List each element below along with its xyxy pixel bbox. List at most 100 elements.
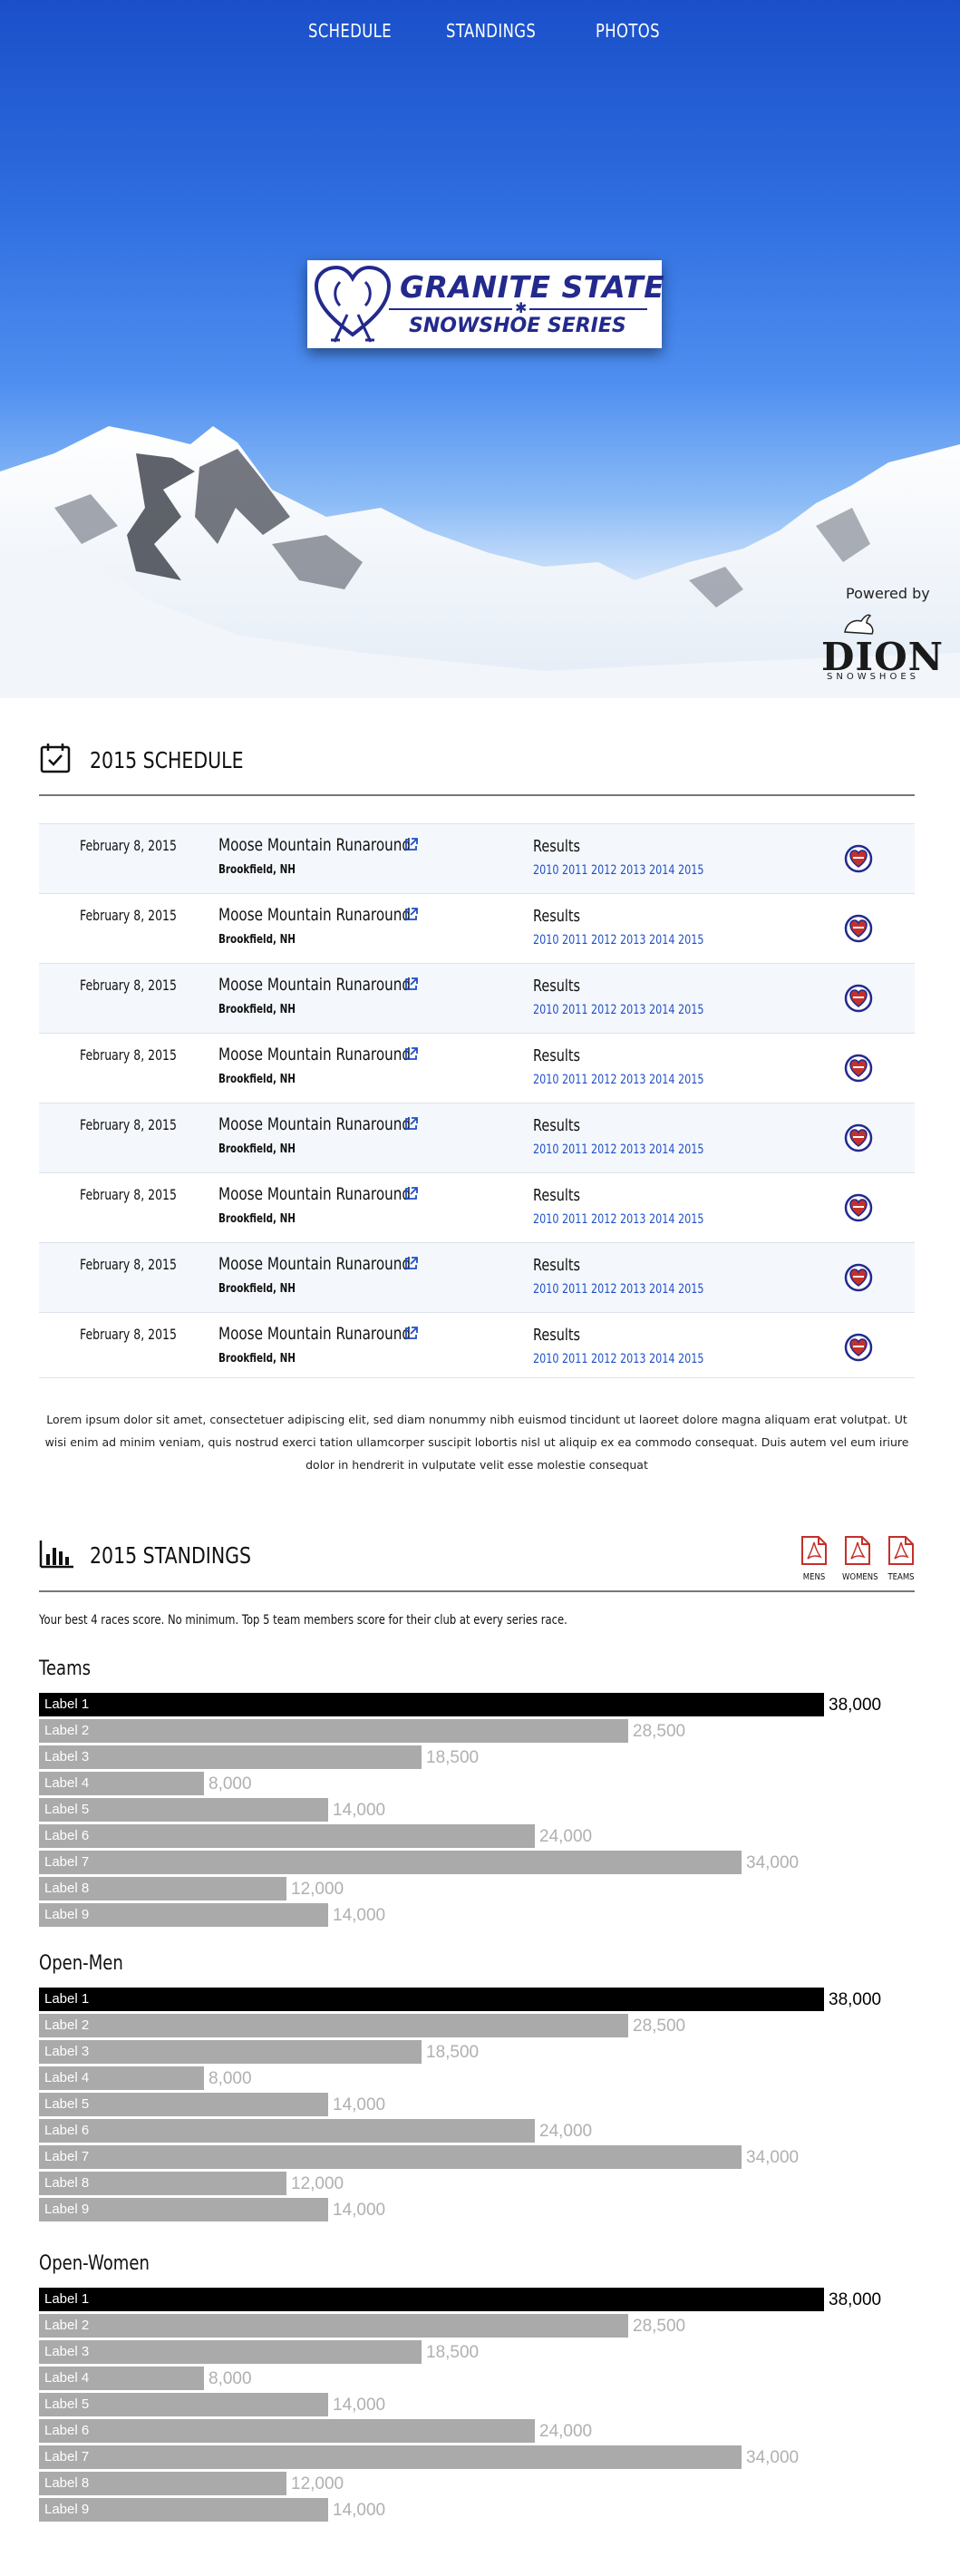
results-year-link[interactable]: 2011 <box>562 1352 588 1366</box>
series-badge-icon[interactable] <box>843 1332 874 1363</box>
event-name-link[interactable]: Moose Mountain Runaround <box>218 1254 411 1274</box>
event-name-link[interactable]: Moose Mountain Runaround <box>218 835 411 855</box>
external-link-icon[interactable] <box>404 977 419 991</box>
results-year-link[interactable]: 2011 <box>562 1073 588 1087</box>
schedule-table: February 8, 2015 Moose Mountain Runaround… <box>39 823 915 1382</box>
open-men-bar-chart: Label 1 38,000 Label 2 28,500 Label 3 18,500 L… <box>39 1988 945 2224</box>
bar: Label 2 <box>39 2014 628 2037</box>
results-year-link[interactable]: 2011 <box>562 863 588 878</box>
results-year-link[interactable]: 2015 <box>678 1212 704 1227</box>
event-name-link[interactable]: Moose Mountain Runaround <box>218 1184 411 1204</box>
series-badge-icon[interactable] <box>843 983 874 1014</box>
results-year-link[interactable]: 2012 <box>591 1352 617 1366</box>
results-year-link[interactable]: 2014 <box>649 1003 675 1017</box>
event-location: Brookfield, NH <box>218 1142 296 1156</box>
results-year-link[interactable]: 2012 <box>591 933 617 948</box>
results-year-link[interactable]: 2015 <box>678 1073 704 1087</box>
external-link-icon[interactable] <box>404 1256 419 1270</box>
results-years: 2010 2011 2012 2013 2014 2015 <box>533 863 707 878</box>
event-name-link[interactable]: Moose Mountain Runaround <box>218 1114 411 1134</box>
external-link-icon[interactable] <box>404 1046 419 1061</box>
results-year-link[interactable]: 2012 <box>591 1073 617 1087</box>
results-year-link[interactable]: 2012 <box>591 1003 617 1017</box>
series-badge-icon[interactable] <box>843 913 874 944</box>
results-years: 2010 2011 2012 2013 2014 2015 <box>533 1212 707 1227</box>
external-link-icon[interactable] <box>404 1116 419 1131</box>
bar-row: Label 8 12,000 <box>39 1877 945 1903</box>
results-year-link[interactable]: 2015 <box>678 863 704 878</box>
bar-row: Label 5 14,000 <box>39 2093 945 2119</box>
results-year-link[interactable]: 2011 <box>562 933 588 948</box>
bar: Label 8 <box>39 2172 286 2195</box>
results-year-link[interactable]: 2013 <box>620 1003 646 1017</box>
results-year-link[interactable]: 2014 <box>649 1352 675 1366</box>
results-year-link[interactable]: 2010 <box>533 1352 559 1366</box>
results-year-link[interactable]: 2013 <box>620 1352 646 1366</box>
event-name-link[interactable]: Moose Mountain Runaround <box>218 1045 411 1064</box>
results-year-link[interactable]: 2013 <box>620 863 646 878</box>
results-year-link[interactable]: 2012 <box>591 1142 617 1157</box>
event-name-link[interactable]: Moose Mountain Runaround <box>218 1324 411 1344</box>
results-label: Results <box>533 1046 580 1065</box>
results-year-link[interactable]: 2012 <box>591 1282 617 1297</box>
results-year-link[interactable]: 2015 <box>678 1003 704 1017</box>
results-year-link[interactable]: 2013 <box>620 1282 646 1297</box>
series-badge-icon[interactable] <box>843 1262 874 1293</box>
results-year-link[interactable]: 2010 <box>533 1282 559 1297</box>
nav-schedule[interactable]: SCHEDULE <box>308 20 392 42</box>
bar-value: 28,500 <box>633 2017 686 2036</box>
external-link-icon[interactable] <box>404 837 419 851</box>
results-year-link[interactable]: 2010 <box>533 863 559 878</box>
results-year-link[interactable]: 2014 <box>649 863 675 878</box>
chart-title-open-men: Open-Men <box>39 1952 123 1975</box>
results-year-link[interactable]: 2011 <box>562 1282 588 1297</box>
nav-standings[interactable]: STANDINGS <box>446 20 536 42</box>
bar-label: Label 7 <box>44 2449 90 2464</box>
logo-subtitle: SNOWSHOE SERIES <box>409 315 626 337</box>
bar-row: Label 7 34,000 <box>39 1851 945 1877</box>
download-mens-pdf[interactable]: MENS <box>796 1535 832 1582</box>
series-badge-icon[interactable] <box>843 1123 874 1153</box>
results-year-link[interactable]: 2013 <box>620 933 646 948</box>
results-year-link[interactable]: 2010 <box>533 1073 559 1087</box>
external-link-icon[interactable] <box>404 1326 419 1340</box>
external-link-icon[interactable] <box>404 1186 419 1201</box>
results-year-link[interactable]: 2013 <box>620 1212 646 1227</box>
event-name-link[interactable]: Moose Mountain Runaround <box>218 905 411 925</box>
results-year-link[interactable]: 2011 <box>562 1212 588 1227</box>
download-womens-pdf[interactable]: WOMENS <box>839 1535 878 1582</box>
series-badge-icon[interactable] <box>843 1053 874 1084</box>
results-year-link[interactable]: 2014 <box>649 1212 675 1227</box>
series-badge-icon[interactable] <box>843 843 874 874</box>
results-year-link[interactable]: 2013 <box>620 1073 646 1087</box>
results-year-link[interactable]: 2015 <box>678 933 704 948</box>
results-year-link[interactable]: 2014 <box>649 933 675 948</box>
results-year-link[interactable]: 2014 <box>649 1073 675 1087</box>
event-location: Brookfield, NH <box>218 1212 296 1226</box>
results-year-link[interactable]: 2010 <box>533 1142 559 1157</box>
results-year-link[interactable]: 2010 <box>533 933 559 948</box>
results-year-link[interactable]: 2015 <box>678 1352 704 1366</box>
download-teams-pdf[interactable]: TEAMS <box>883 1535 919 1582</box>
results-year-link[interactable]: 2012 <box>591 863 617 878</box>
event-name-link[interactable]: Moose Mountain Runaround <box>218 975 411 995</box>
results-year-link[interactable]: 2015 <box>678 1142 704 1157</box>
results-year-link[interactable]: 2013 <box>620 1142 646 1157</box>
results-year-link[interactable]: 2014 <box>649 1142 675 1157</box>
results-year-link[interactable]: 2015 <box>678 1282 704 1297</box>
event-location: Brookfield, NH <box>218 1282 296 1296</box>
results-year-link[interactable]: 2012 <box>591 1212 617 1227</box>
results-year-link[interactable]: 2011 <box>562 1003 588 1017</box>
series-logo[interactable]: GRANITE STATE ✱ SNOWSHOE SERIES <box>307 260 664 348</box>
series-badge-icon[interactable] <box>843 1192 874 1223</box>
external-link-icon[interactable] <box>404 907 419 921</box>
nav-photos[interactable]: PHOTOS <box>596 20 660 42</box>
results-year-link[interactable]: 2011 <box>562 1142 588 1157</box>
results-year-link[interactable]: 2010 <box>533 1212 559 1227</box>
event-date: February 8, 2015 <box>80 907 177 924</box>
results-year-link[interactable]: 2014 <box>649 1282 675 1297</box>
bar: Label 6 <box>39 1824 535 1848</box>
bar-label: Label 2 <box>44 2017 90 2033</box>
results-year-link[interactable]: 2010 <box>533 1003 559 1017</box>
event-date: February 8, 2015 <box>80 1046 177 1064</box>
